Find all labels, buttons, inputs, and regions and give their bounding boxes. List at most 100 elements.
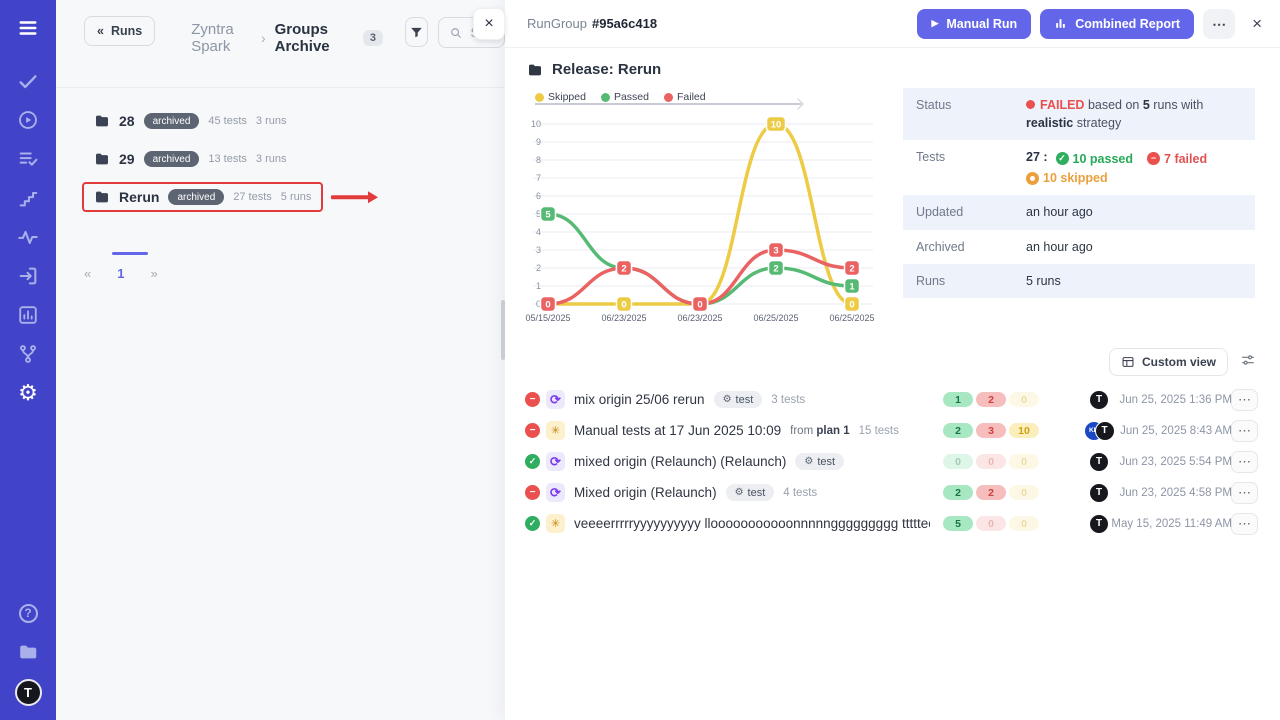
play-circle-icon[interactable] <box>16 108 40 132</box>
projects-folder-icon[interactable] <box>16 640 40 664</box>
svg-text:2: 2 <box>536 263 541 273</box>
folder-icon <box>94 113 110 129</box>
folder-icon <box>94 151 110 167</box>
passed-dot-icon <box>601 93 610 102</box>
svg-text:8: 8 <box>536 155 541 165</box>
group-name: Rerun <box>119 189 159 205</box>
steps-icon[interactable] <box>16 186 40 210</box>
run-name[interactable]: Manual tests at 17 Jun 2025 10:09 <box>574 423 781 438</box>
check-icon[interactable] <box>16 69 40 93</box>
skip-circle-icon <box>1026 172 1039 185</box>
group-runs-count: 5 runs <box>281 191 312 203</box>
run-type-icon <box>546 452 565 471</box>
run-menu-button[interactable]: ⋯ <box>1231 482 1258 504</box>
svg-text:3: 3 <box>773 246 778 257</box>
run-stat-pills: 2 2 0 <box>943 485 1039 500</box>
legend-skipped: Skipped <box>535 91 586 103</box>
activity-icon[interactable] <box>16 225 40 249</box>
run-menu-button[interactable]: ⋯ <box>1231 389 1258 411</box>
help-icon[interactable]: ? <box>16 601 40 625</box>
drawer-close-button[interactable]: × <box>473 8 505 40</box>
filter-settings-icon[interactable] <box>1240 352 1256 373</box>
ellipsis-icon: ⋯ <box>1212 16 1226 32</box>
run-row[interactable]: veeeerrrrryyyyyyyyyy llooooooooooonnnnng… <box>525 508 1264 539</box>
ellipsis-icon: ⋯ <box>1238 516 1251 531</box>
import-icon[interactable] <box>16 264 40 288</box>
skipped-pill: 0 <box>1009 392 1039 407</box>
filter-button[interactable] <box>405 17 429 47</box>
group-row[interactable]: 28 archived 45 tests 3 runs <box>82 106 299 136</box>
settings-gear-icon[interactable]: ⚙ <box>16 381 40 405</box>
group-row[interactable]: 29 archived 13 tests 3 runs <box>82 144 299 174</box>
page-number[interactable]: 1 <box>117 266 124 281</box>
release-title: Release: Rerun <box>527 61 661 78</box>
gear-icon: ⚙ <box>804 456 813 467</box>
folder-icon <box>527 62 543 78</box>
avatar: T <box>1089 390 1109 410</box>
menu-icon[interactable] <box>16 16 40 40</box>
report-chart-icon[interactable] <box>16 303 40 327</box>
run-name[interactable]: mixed origin (Relaunch) (Relaunch) <box>574 454 786 469</box>
skipped-dot-icon <box>535 93 544 102</box>
ellipsis-icon: ⋯ <box>1238 392 1251 407</box>
group-runs-count: 3 runs <box>256 153 287 165</box>
breadcrumb-project[interactable]: Zyntra Spark <box>191 21 252 55</box>
timeline-arrow <box>535 103 801 105</box>
svg-text:06/23/2025: 06/23/2025 <box>677 313 722 323</box>
detail-row-runs: Runs 5 runs <box>903 264 1255 298</box>
svg-text:4: 4 <box>536 227 541 237</box>
legend-failed: Failed <box>664 91 706 103</box>
run-stat-pills: 1 2 0 <box>943 392 1039 407</box>
pagination: « 1 » <box>84 252 158 281</box>
run-row[interactable]: Mixed origin (Relaunch) ⚙test 4 tests 2 … <box>525 477 1264 508</box>
run-type-icon <box>546 421 565 440</box>
list-check-icon[interactable] <box>16 147 40 171</box>
scrollbar-thumb[interactable] <box>501 300 505 360</box>
group-runs-count: 3 runs <box>256 115 287 127</box>
combined-report-button[interactable]: Combined Report <box>1040 9 1194 39</box>
run-name[interactable]: mix origin 25/06 rerun <box>574 392 705 407</box>
run-stat-pills: 5 0 0 <box>943 516 1039 531</box>
runs-chart: 01234567891005/15/202506/23/202506/23/20… <box>521 108 896 330</box>
run-row[interactable]: mix origin 25/06 rerun ⚙test 3 tests 1 2… <box>525 384 1264 415</box>
current-page-indicator <box>112 252 148 255</box>
drawer-header: RunGroup #95a6c418 ▶ Manual Run Combined… <box>505 0 1280 48</box>
run-row[interactable]: mixed origin (Relaunch) (Relaunch) ⚙test… <box>525 446 1264 477</box>
run-avatars: T <box>1077 390 1121 410</box>
archived-badge: archived <box>144 113 200 129</box>
run-status-icon <box>525 454 540 469</box>
group-row[interactable]: Rerun archived 27 tests 5 runs <box>82 182 323 212</box>
search-icon <box>449 26 463 40</box>
failed-dot-icon <box>664 93 673 102</box>
status-dot-icon <box>1026 100 1035 109</box>
run-avatars: KE T <box>1077 421 1121 441</box>
more-actions-button[interactable]: ⋯ <box>1203 9 1235 39</box>
run-name[interactable]: veeeerrrrryyyyyyyyyy llooooooooooonnnnng… <box>574 516 930 531</box>
ellipsis-icon: ⋯ <box>1238 485 1251 500</box>
run-row[interactable]: Manual tests at 17 Jun 2025 10:09 from p… <box>525 415 1264 446</box>
run-type-icon <box>546 514 565 533</box>
run-name[interactable]: Mixed origin (Relaunch) <box>574 485 717 500</box>
run-avatars: T <box>1077 452 1121 472</box>
svg-text:0: 0 <box>545 300 550 311</box>
failed-pill: 0 <box>976 454 1006 469</box>
prev-page-button[interactable]: « <box>84 266 91 281</box>
next-page-button[interactable]: » <box>150 266 157 281</box>
svg-text:0: 0 <box>849 300 854 311</box>
panel-close-icon[interactable]: × <box>1252 14 1262 34</box>
svg-text:5: 5 <box>545 210 551 221</box>
manual-run-button[interactable]: ▶ Manual Run <box>917 9 1031 39</box>
user-avatar[interactable]: T <box>15 679 42 706</box>
custom-view-button[interactable]: Custom view <box>1109 348 1228 376</box>
funnel-icon <box>409 25 424 40</box>
back-to-runs-button[interactable]: « Runs <box>84 16 155 46</box>
run-menu-button[interactable]: ⋯ <box>1231 513 1258 535</box>
group-tests-count: 45 tests <box>208 115 247 127</box>
run-plan-ref: from plan 1 <box>790 425 849 437</box>
branch-icon[interactable] <box>16 342 40 366</box>
groups-list: 28 archived 45 tests 3 runs 29 archived … <box>56 88 505 212</box>
run-date: Jun 23, 2025 5:54 PM <box>1119 456 1232 468</box>
run-menu-button[interactable]: ⋯ <box>1231 451 1258 473</box>
run-menu-button[interactable]: ⋯ <box>1231 420 1258 442</box>
svg-text:06/23/2025: 06/23/2025 <box>601 313 646 323</box>
